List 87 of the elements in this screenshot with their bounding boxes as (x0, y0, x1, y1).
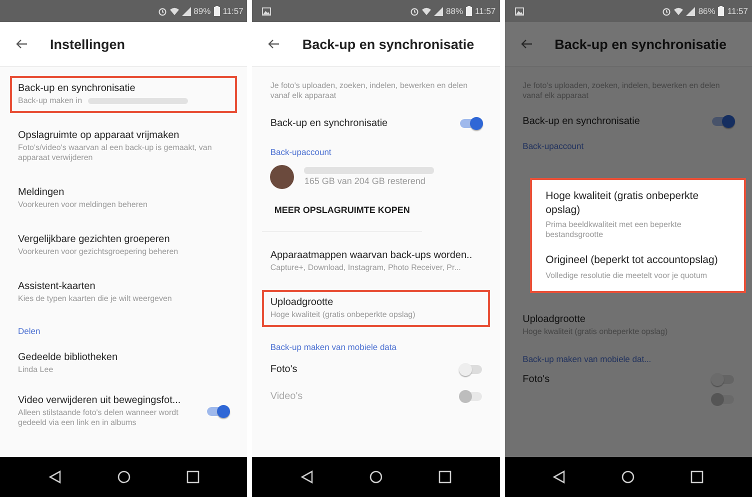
image-icon (262, 6, 272, 16)
item-title: Uploadgrootte (522, 314, 586, 325)
wifi-icon (674, 6, 684, 16)
item-title: Assistent-kaarten (18, 281, 96, 292)
image-icon (514, 6, 524, 16)
wifi-icon (170, 6, 179, 16)
back-icon[interactable] (300, 470, 314, 484)
settings-item[interactable]: Opslagruimte op apparaat vrijmaken Foto's/video's waarvan al een back-up is gemaakt, van apparaat verwijderen (10, 123, 238, 170)
section-header: Delen (17, 325, 42, 338)
signal-icon (434, 6, 443, 16)
item-title: Uploadgrootte (270, 296, 334, 308)
clock: 11:57 (222, 6, 244, 16)
toggle-switch[interactable] (207, 407, 230, 416)
option-title: Hoge kwaliteit (gratis onbeperkte opslag) (546, 190, 700, 218)
settings-item[interactable]: Meldingen Voorkeuren voor meldingen beheren (10, 180, 238, 217)
alarm-icon (158, 6, 167, 16)
item-subtitle: Foto's/video's waarvan al een back-up is gemaakt, van apparaat verwijderen (18, 143, 213, 163)
item-subtitle: Capture+, Download, Instagram, Photo Receiver, Pr... (270, 262, 461, 273)
dialog-option[interactable]: Origineel (beperkt tot accountopslag) Volledige resolutie die meetelt voor je quotum (546, 254, 730, 281)
item-title: Back-up en synchronisatie (18, 83, 136, 94)
toggle-switch[interactable] (712, 374, 734, 384)
item-title: Gedeelde bibliotheken (18, 352, 119, 363)
toggle-label: Foto's (522, 374, 551, 385)
section-header: Back-upaccount (522, 140, 585, 153)
back-icon[interactable] (48, 470, 62, 484)
toggle-switch[interactable] (712, 116, 734, 126)
recents-icon[interactable] (186, 470, 200, 484)
option-description: Volledige resolutie die meetelt voor je quotum (546, 270, 708, 281)
settings-item[interactable]: Assistent-kaarten Kies de typen kaarten die je wilt weergeven (10, 274, 238, 311)
settings-item[interactable]: Apparaatmappen waarvan back-ups worden.. Capture+, Download, Instagram, Photo Receiver, Pr... (262, 242, 490, 280)
signal-icon (686, 6, 696, 16)
item-title: Opslagruimte op apparaat vrijmaken (18, 130, 180, 141)
toggle-label: Foto's (270, 364, 298, 375)
toggle-switch[interactable] (460, 118, 482, 128)
option-title: Origineel (beperkt tot accountopslag) (546, 254, 719, 268)
item-subtitle: Kies de typen kaarten die je wilt weergeven (18, 294, 172, 304)
section-header: Back-up maken van mobiele data (269, 340, 398, 354)
item-title: Apparaatmappen waarvan back-ups worden.. (270, 250, 474, 261)
toggle-label: Back-up en synchronisatie (270, 118, 389, 129)
settings-item[interactable]: Back-up en synchronisatie Back-up maken in (10, 76, 238, 113)
settings-item[interactable]: Vergelijkbare gezichten groeperen Voorkeuren voor gezichtsgroepering beheren (10, 227, 238, 264)
intro-text: Je foto's uploaden, zoeken, indelen, bewerken en delen vanaf elk apparaat (269, 80, 469, 102)
back-arrow-icon[interactable] (16, 39, 28, 49)
battery-icon (718, 6, 724, 16)
battery-percentage: 89% (194, 6, 211, 16)
toggle-label: Video verwijderen uit bewegingsfot... (18, 395, 182, 406)
screen-title: Back-up en synchronisatie (554, 36, 726, 52)
settings-item[interactable]: Uploadgrootte Hoge kwaliteit (gratis onbeperkte opslag) (262, 290, 490, 327)
home-icon[interactable] (621, 470, 636, 484)
back-arrow-icon[interactable] (268, 39, 280, 49)
toggle-switch[interactable] (460, 364, 482, 374)
item-subtitle: Linda Lee (18, 365, 54, 375)
item-subtitle: Hoge kwaliteit (gratis onbeperkte opslag) (270, 310, 416, 320)
item-title: Meldingen (18, 187, 66, 198)
buy-storage-button[interactable]: MEER OPSLAGRUIMTE KOPEN (262, 194, 422, 232)
recents-icon[interactable] (438, 470, 452, 484)
battery-percentage: 86% (698, 6, 716, 16)
back-arrow-icon[interactable] (520, 39, 533, 49)
clock: 11:57 (475, 6, 496, 16)
back-icon[interactable] (552, 470, 566, 484)
section-header: Back-up maken van mobiele dat... (522, 352, 652, 366)
item-subtitle: Voorkeuren voor meldingen beheren (18, 200, 148, 210)
storage-text: 165 GB van 204 GB resterend (304, 176, 426, 187)
settings-item[interactable]: Gedeelde bibliotheken Linda Lee (10, 345, 238, 382)
screen-title: Instellingen (50, 36, 126, 52)
clock: 11:57 (727, 6, 748, 16)
home-icon[interactable] (116, 470, 131, 484)
option-description: Prima beeldkwaliteit met een beperkte bestandsgrootte (546, 220, 682, 240)
battery-icon (214, 6, 220, 16)
battery-percentage: 88% (446, 6, 464, 16)
wifi-icon (422, 6, 431, 16)
item-subtitle: Back-up maken in (18, 96, 82, 106)
home-icon[interactable] (368, 470, 383, 484)
toggle-label: Video's (270, 390, 304, 402)
screen-title: Back-up en synchronisatie (302, 36, 474, 52)
section-header: Back-upaccount (269, 146, 332, 159)
dialog-option[interactable]: Hoge kwaliteit (gratis onbeperkte opslag) Prima beeldkwaliteit met een beperkte bestandsgrootte (546, 190, 730, 240)
avatar-circle (270, 164, 294, 189)
battery-icon (466, 6, 472, 16)
item-title: Vergelijkbare gezichten groeperen (18, 234, 171, 245)
alarm-icon (662, 6, 672, 16)
toggle-label: Back-up en synchronisatie (522, 116, 641, 127)
recents-icon[interactable] (690, 470, 704, 484)
item-subtitle: Alleen stilstaande foto's delen wanneer wordt gedeeld via een link en in albums (18, 408, 180, 428)
alarm-icon (410, 6, 419, 16)
item-subtitle: Voorkeuren voor gezichtsgroepering beheren (18, 247, 178, 257)
signal-icon (182, 6, 191, 16)
